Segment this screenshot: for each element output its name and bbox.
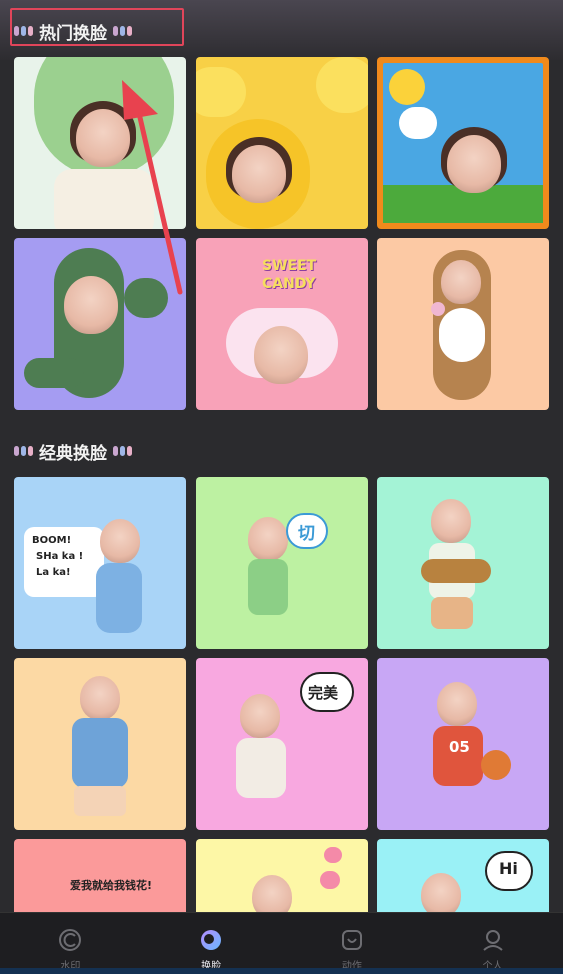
nav-item-faceswap[interactable]: 换脸 [151, 913, 271, 974]
template-card-flowers[interactable]: 爱我就给我钱花! [14, 839, 186, 912]
faceswap-icon [201, 930, 222, 950]
bottom-nav: 水印 换脸 动作 个人 [0, 912, 563, 974]
template-card-duck-hood[interactable] [196, 57, 368, 229]
candy-text: CANDY [262, 276, 316, 292]
template-card-guitar[interactable] [377, 477, 549, 649]
lollipop-icon [431, 302, 445, 316]
hi-text: Hi [499, 859, 518, 878]
wanmei-text: 完美 [308, 684, 339, 702]
basketball-icon [481, 750, 511, 780]
template-card-bear[interactable] [377, 238, 549, 410]
avatar-face [252, 875, 292, 912]
motion-icon [341, 930, 362, 950]
speech-bubble-icon [399, 107, 437, 139]
avatar-legs [431, 597, 473, 629]
template-card-dino-hood[interactable] [14, 57, 186, 229]
template-card-qie[interactable]: 切 [196, 477, 368, 649]
template-card-overalls[interactable] [14, 658, 186, 830]
title-decor-left-icon [14, 446, 33, 456]
template-card-hearts[interactable] [196, 839, 368, 912]
jersey-number: 05 [449, 738, 470, 756]
boom-text-2: SHa ka ! [36, 551, 84, 562]
avatar-face [248, 517, 288, 561]
watermark-icon [59, 929, 82, 951]
avatar-face [437, 682, 477, 726]
avatar-overalls [72, 718, 128, 788]
guitar-icon [421, 559, 491, 583]
avatar-face [431, 499, 471, 543]
template-card-green-dino[interactable] [14, 238, 186, 410]
avatar-body [54, 169, 154, 229]
avatar-face [240, 694, 280, 738]
heart-icon [324, 847, 342, 863]
avatar-face [100, 519, 140, 563]
avatar-face [80, 676, 120, 720]
template-card-candy[interactable]: SWEET CANDY [196, 238, 368, 410]
avatar-legs [74, 786, 126, 816]
sweet-text: SWEET [262, 258, 317, 274]
duck-bg-shape [196, 67, 246, 117]
avatar-jersey [433, 726, 483, 786]
profile-icon [482, 930, 503, 951]
avatar-body [248, 559, 288, 615]
avatar-body [236, 738, 286, 798]
title-decor-right-icon [113, 446, 132, 456]
heart-icon [320, 871, 340, 889]
duck-bg-shape [316, 57, 368, 113]
dino-tail [24, 358, 84, 388]
avatar-face [64, 276, 118, 334]
boom-text-1: BOOM! [32, 535, 72, 546]
boom-text-3: La ka! [36, 567, 71, 578]
template-card-wanmei[interactable]: 完美 [196, 658, 368, 830]
avatar-face [232, 145, 286, 203]
avatar-face [441, 260, 481, 304]
sun-icon [389, 69, 425, 105]
template-card-boom[interactable]: BOOM! SHa ka ! La ka! [14, 477, 186, 649]
avatar-face [76, 109, 130, 167]
nav-item-motion[interactable]: 动作 [292, 913, 412, 974]
avatar-face [254, 326, 308, 384]
system-bottom-bar [0, 968, 563, 974]
qie-text: 切 [298, 524, 315, 544]
nav-item-watermark[interactable]: 水印 [10, 913, 130, 974]
highlight-box [10, 8, 184, 46]
flowers-text: 爱我就给我钱花! [70, 879, 153, 892]
bear-belly [439, 308, 485, 362]
template-card-basketball[interactable]: 05 [377, 658, 549, 830]
nav-item-profile[interactable]: 个人 [433, 913, 553, 974]
template-card-hi[interactable]: Hi [377, 839, 549, 912]
template-card-comic-frame[interactable] [377, 57, 549, 229]
classic-faceswap-title: 经典换脸 [14, 436, 132, 466]
avatar-body [96, 563, 142, 633]
avatar-face [421, 873, 461, 912]
small-dino [124, 278, 168, 318]
avatar-face [447, 135, 501, 193]
classic-faceswap-label: 经典换脸 [39, 443, 107, 464]
